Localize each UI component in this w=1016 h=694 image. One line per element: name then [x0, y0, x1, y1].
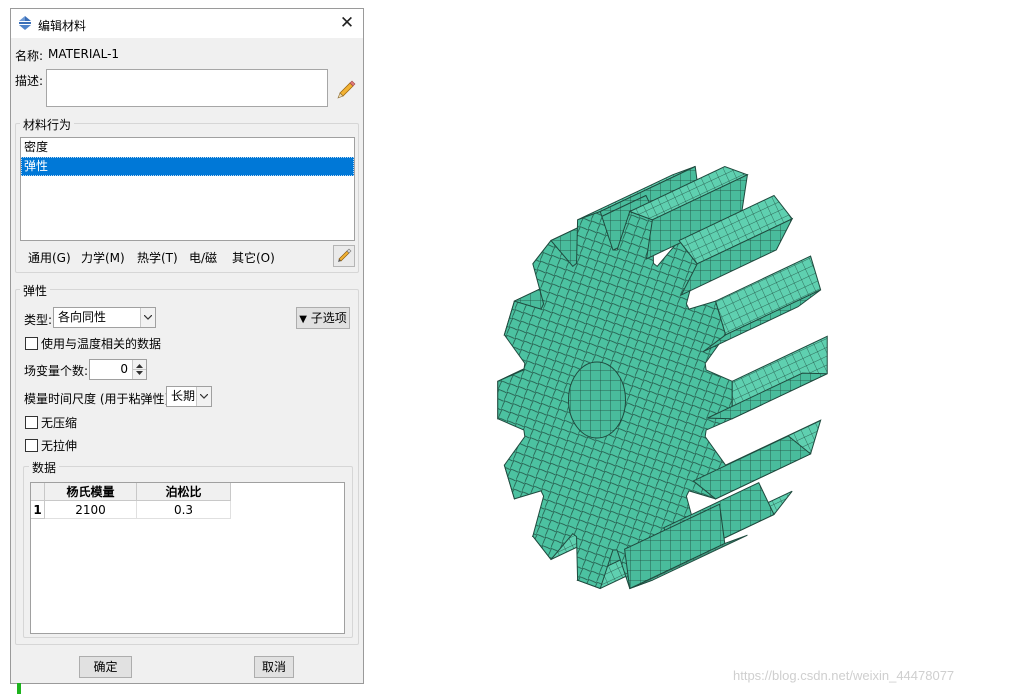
viewport-canvas[interactable]: [0, 0, 1016, 694]
gear-bore-hole: [568, 361, 626, 439]
watermark-text: https://blog.csdn.net/weixin_44478077: [733, 668, 955, 683]
